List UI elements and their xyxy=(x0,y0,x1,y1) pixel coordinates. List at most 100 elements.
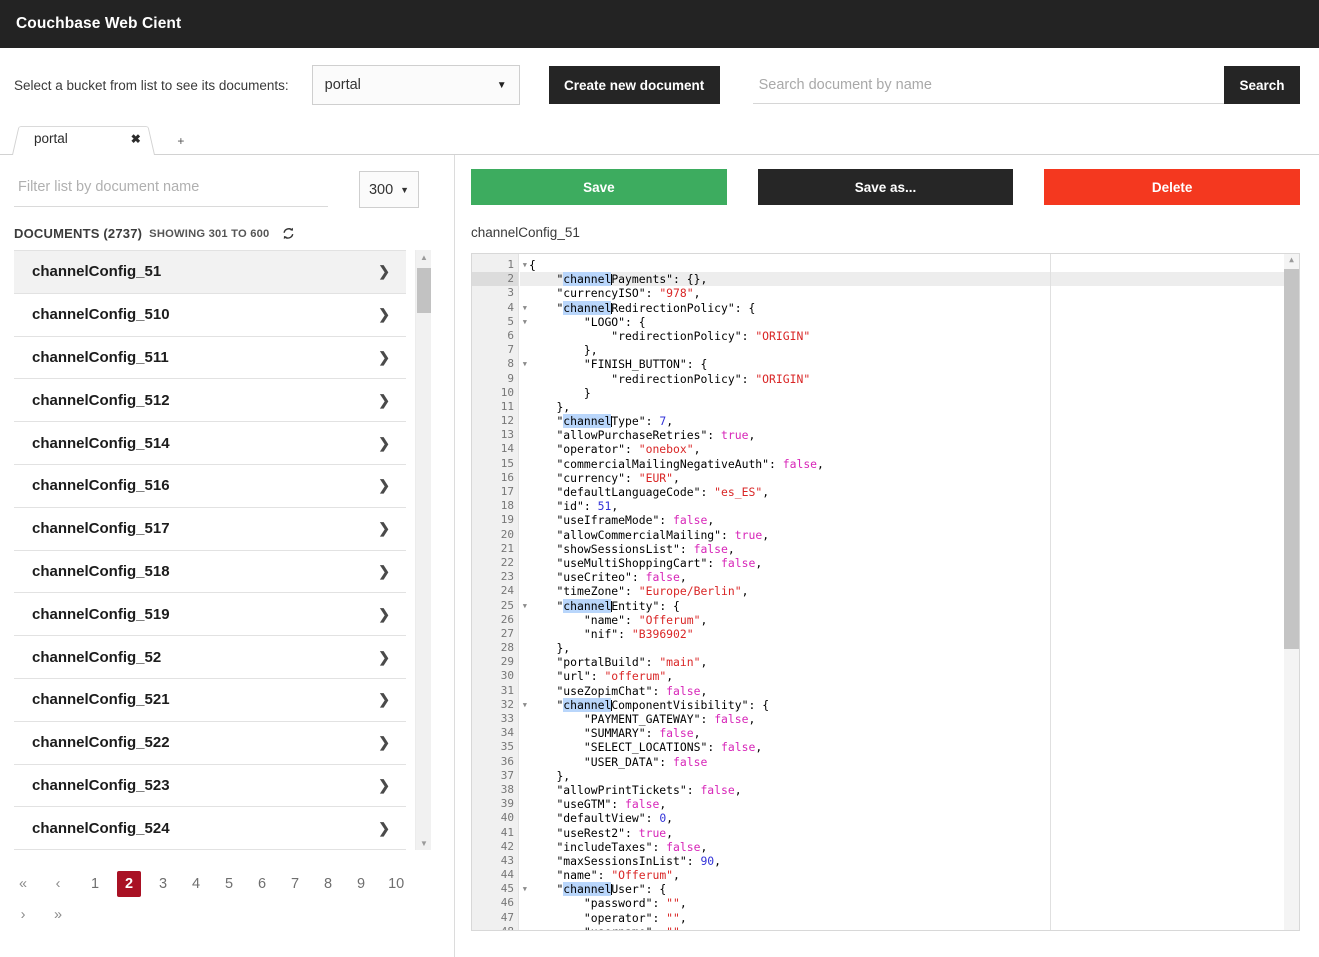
token-bool: false xyxy=(721,740,755,754)
indent xyxy=(529,882,556,896)
list-item[interactable]: channelConfig_516❯ xyxy=(14,465,406,508)
scroll-down-icon[interactable]: ▼ xyxy=(416,836,432,850)
token-key: "allowPurchaseRetries": xyxy=(556,428,721,442)
indent xyxy=(529,428,556,442)
filter-input[interactable] xyxy=(14,173,328,207)
pagination-prev[interactable]: ‹ xyxy=(49,871,67,897)
pagination-page-2[interactable]: 2 xyxy=(117,871,141,897)
token-bool: false xyxy=(673,513,707,527)
pagination-page-5[interactable]: 5 xyxy=(218,871,240,897)
indent xyxy=(529,783,556,797)
delete-button[interactable]: Delete xyxy=(1044,169,1300,205)
chevron-right-icon[interactable]: ❯ xyxy=(378,777,390,794)
list-item[interactable]: channelConfig_524❯ xyxy=(14,807,406,850)
chevron-right-icon[interactable]: ❯ xyxy=(378,734,390,751)
pagination-next[interactable]: › xyxy=(14,902,32,928)
list-item[interactable]: channelConfig_523❯ xyxy=(14,765,406,808)
chevron-right-icon[interactable]: ❯ xyxy=(378,520,390,537)
chevron-right-icon[interactable]: ❯ xyxy=(378,477,390,494)
save-button[interactable]: Save xyxy=(471,169,727,205)
code-line: "channelUser": { xyxy=(520,882,1299,896)
list-item[interactable]: channelConfig_522❯ xyxy=(14,722,406,765)
chevron-right-icon[interactable]: ❯ xyxy=(378,263,390,280)
refresh-icon[interactable] xyxy=(281,226,296,241)
list-item[interactable]: channelConfig_519❯ xyxy=(14,593,406,636)
chevron-right-icon[interactable]: ❯ xyxy=(378,392,390,409)
create-new-document-button[interactable]: Create new document xyxy=(549,66,720,104)
indent xyxy=(529,684,556,698)
chevron-right-icon[interactable]: ❯ xyxy=(378,649,390,666)
add-tab-button[interactable]: + xyxy=(161,130,201,152)
line-number: 25▼ xyxy=(472,599,518,613)
list-item[interactable]: channelConfig_521 ❯ xyxy=(14,679,406,722)
scroll-up-icon[interactable]: ▲ xyxy=(1284,254,1299,267)
scrollbar-thumb[interactable] xyxy=(1284,269,1299,649)
scroll-up-icon[interactable]: ▲ xyxy=(416,250,432,264)
line-number: 43 xyxy=(472,854,518,868)
editor-scrollbar[interactable]: ▲ xyxy=(1284,254,1299,930)
token-key: "useMultiShoppingCart": xyxy=(556,556,721,570)
bucket-select[interactable]: portal ▼ xyxy=(312,65,520,105)
line-number: 1▼ xyxy=(472,258,518,272)
token-punct: , xyxy=(748,428,755,442)
pagination-page-8[interactable]: 8 xyxy=(317,871,339,897)
pagination-page-4[interactable]: 4 xyxy=(185,871,207,897)
document-list-scrollbar[interactable]: ▲ ▼ xyxy=(415,250,431,850)
pagination-page-1[interactable]: 1 xyxy=(84,871,106,897)
chevron-right-icon[interactable]: ❯ xyxy=(378,306,390,323)
line-number: 5▼ xyxy=(472,315,518,329)
chevron-right-icon[interactable]: ❯ xyxy=(378,349,390,366)
pagination-last[interactable]: » xyxy=(49,902,67,928)
line-number: 34 xyxy=(472,726,518,740)
line-number: 9 xyxy=(472,372,518,386)
page-size-select[interactable]: 300 ▼ xyxy=(359,171,419,208)
chevron-right-icon[interactable]: ❯ xyxy=(378,820,390,837)
list-item[interactable]: channelConfig_52❯ xyxy=(14,636,406,679)
list-item[interactable]: channelConfig_518❯ xyxy=(14,551,406,594)
pagination-page-10[interactable]: 10 xyxy=(383,871,409,897)
pagination-page-6[interactable]: 6 xyxy=(251,871,273,897)
chevron-right-icon[interactable]: ❯ xyxy=(378,435,390,452)
list-item[interactable]: channelConfig_514❯ xyxy=(14,422,406,465)
list-item[interactable]: channelConfig_511❯ xyxy=(14,337,406,380)
pagination-page-7[interactable]: 7 xyxy=(284,871,306,897)
json-code-editor[interactable]: 1▼234▼5▼678▼9101112131415161718192021222… xyxy=(471,253,1300,931)
tab-portal[interactable]: portal ✖ xyxy=(12,123,155,154)
search-button[interactable]: Search xyxy=(1224,66,1300,104)
chevron-right-icon[interactable]: ❯ xyxy=(378,606,390,623)
token-punct: { xyxy=(529,258,536,272)
token-str: "Offerum" xyxy=(611,868,673,882)
editor-code-area[interactable]: { "channelPayments": {}, "currencyISO": … xyxy=(520,254,1299,930)
code-line: "channelType": 7, xyxy=(520,414,1299,428)
chevron-right-icon[interactable]: ❯ xyxy=(378,563,390,580)
plus-icon: + xyxy=(177,134,184,148)
token-key: "timeZone": xyxy=(556,584,638,598)
token-punct: , xyxy=(700,613,707,627)
pagination-page-9[interactable]: 9 xyxy=(350,871,372,897)
scrollbar-thumb[interactable] xyxy=(417,268,431,313)
list-item[interactable]: channelConfig_51❯ xyxy=(14,251,406,294)
line-number: 21 xyxy=(472,542,518,556)
chevron-right-icon[interactable]: ❯ xyxy=(378,691,390,708)
pagination: « ‹ 123456789 10 › » xyxy=(14,871,434,933)
token-punct: { xyxy=(762,698,769,712)
line-number: 46 xyxy=(472,896,518,910)
pagination-first[interactable]: « xyxy=(14,871,32,897)
list-item[interactable]: channelConfig_517❯ xyxy=(14,508,406,551)
token-key: "portalBuild": xyxy=(556,655,659,669)
pagination-page-3[interactable]: 3 xyxy=(152,871,174,897)
search-input[interactable] xyxy=(753,70,1224,104)
line-number: 6 xyxy=(472,329,518,343)
indent xyxy=(529,641,556,655)
line-number: 18 xyxy=(472,499,518,513)
token-punct: , xyxy=(680,896,687,910)
list-item[interactable]: channelConfig_510❯ xyxy=(14,294,406,337)
token-num: 90 xyxy=(700,854,714,868)
save-as-button[interactable]: Save as... xyxy=(758,169,1014,205)
close-icon[interactable]: ✖ xyxy=(131,132,141,146)
list-item-label: channelConfig_521 xyxy=(32,691,170,708)
token-punct: , xyxy=(611,499,618,513)
indent xyxy=(529,925,584,930)
token-key: "id": xyxy=(556,499,597,513)
list-item[interactable]: channelConfig_512❯ xyxy=(14,379,406,422)
